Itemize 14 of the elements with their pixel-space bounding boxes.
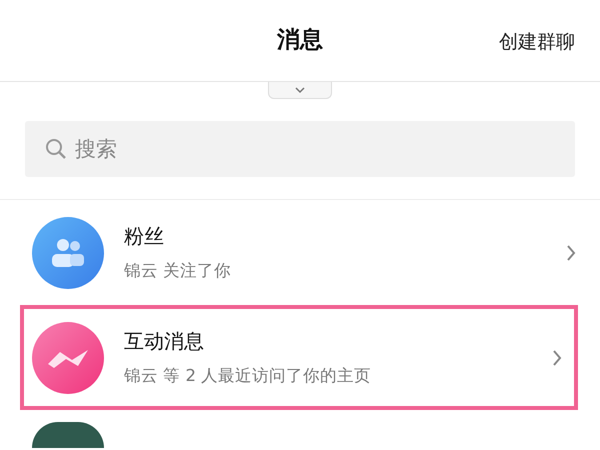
search-field[interactable]: 搜索	[25, 121, 575, 177]
create-group-link[interactable]: 创建群聊	[499, 28, 575, 56]
highlighted-list-item[interactable]: 互动消息 锦云 等 2 人最近访问了你的主页	[20, 305, 578, 410]
chevron-right-icon	[566, 244, 576, 262]
chevron-right-icon	[552, 348, 562, 366]
item-subtitle: 锦云 关注了你	[124, 260, 232, 282]
item-title: 互动消息	[124, 328, 205, 356]
item-subtitle: 锦云 等 2 人最近访问了你的主页	[124, 365, 372, 388]
photo-placeholder	[32, 422, 104, 448]
pull-down-handle[interactable]	[268, 82, 332, 99]
page-title: 消息	[277, 26, 323, 56]
list-item[interactable]: 粉丝 锦云 关注了你	[0, 200, 600, 305]
search-icon	[45, 138, 67, 160]
item-title: 粉丝	[124, 223, 165, 250]
